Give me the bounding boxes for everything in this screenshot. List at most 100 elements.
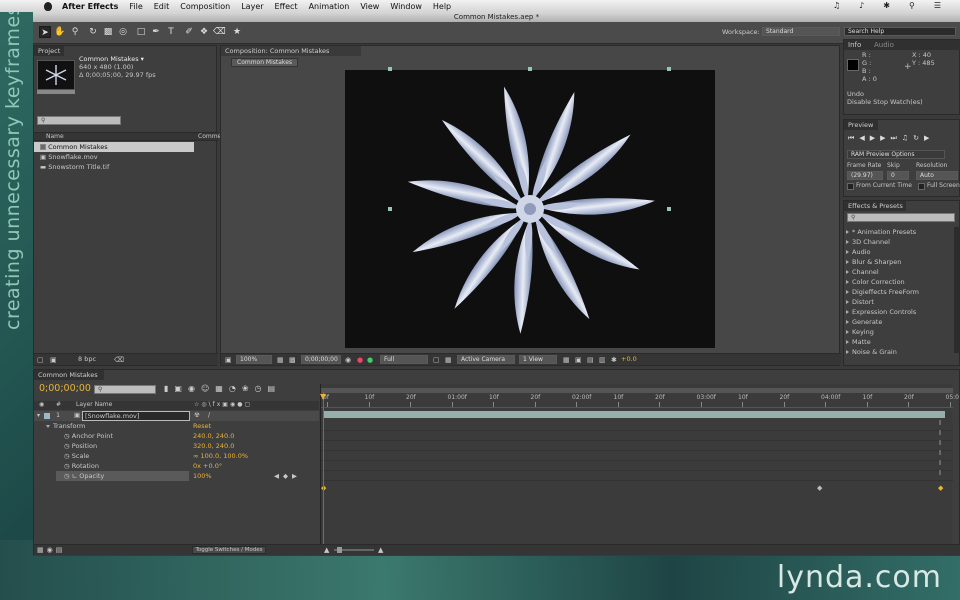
always-preview-icon[interactable]: ▣ bbox=[225, 356, 232, 364]
effects-item[interactable]: Matte bbox=[846, 337, 871, 347]
transform-reset[interactable]: Reset bbox=[193, 421, 211, 431]
channel-icon[interactable]: ● bbox=[357, 356, 363, 364]
grid-icon[interactable]: ▦ bbox=[277, 356, 284, 364]
menu-animation[interactable]: Animation bbox=[309, 2, 350, 11]
menu-effect[interactable]: Effect bbox=[275, 2, 298, 11]
audio-icon[interactable]: ♫ bbox=[902, 134, 913, 142]
zoom-slider-thumb[interactable] bbox=[337, 547, 342, 553]
spotlight-icon[interactable]: ⚲ bbox=[909, 1, 915, 10]
project-tab[interactable]: Project bbox=[34, 46, 64, 56]
comp-mini-icon[interactable]: ▮ bbox=[164, 384, 174, 393]
pen-tool-icon[interactable]: ✒ bbox=[150, 26, 162, 38]
full-screen-checkbox[interactable] bbox=[918, 183, 925, 190]
effects-item[interactable]: Generate bbox=[846, 317, 882, 327]
stopwatch-icon[interactable]: ◷ bbox=[64, 432, 70, 440]
prop-opacity-value[interactable]: 100% bbox=[193, 471, 212, 481]
col-name[interactable]: Name bbox=[46, 133, 64, 141]
prev-keyframe-icon[interactable]: ◀ bbox=[274, 472, 283, 480]
skip-select[interactable]: 0 bbox=[887, 171, 909, 180]
views-select[interactable]: 1 View bbox=[519, 355, 557, 364]
layer-duration-bar[interactable] bbox=[323, 411, 945, 418]
effects-item[interactable]: Distort bbox=[846, 297, 874, 307]
timeline-icon[interactable]: ▤ bbox=[587, 356, 594, 364]
col-comment[interactable]: Comme bbox=[198, 133, 221, 141]
loop-icon[interactable]: ↻ bbox=[913, 134, 924, 142]
apple-icon[interactable] bbox=[44, 1, 52, 11]
comp-timecode[interactable]: 0;00;00;00 bbox=[301, 355, 341, 364]
effects-tab[interactable]: Effects & Presets bbox=[844, 201, 906, 211]
layer-name[interactable]: [Snowflake.mov] bbox=[82, 411, 190, 421]
menu-edit[interactable]: Edit bbox=[154, 2, 170, 11]
handle-tr[interactable] bbox=[667, 67, 671, 71]
zoom-tool-icon[interactable]: ⚲ bbox=[69, 26, 81, 38]
eraser-tool-icon[interactable]: ⌫ bbox=[213, 26, 226, 38]
zoom-select[interactable]: 100% bbox=[236, 355, 272, 364]
zoom-out-icon[interactable]: ▲ bbox=[324, 546, 329, 554]
timeline-search-input[interactable]: ⚲ bbox=[94, 385, 156, 394]
ram-preview-options[interactable]: RAM Preview Options bbox=[847, 150, 945, 159]
stopwatch-icon[interactable]: ◷ bbox=[64, 462, 70, 470]
fast-previews-icon[interactable]: ▣ bbox=[575, 356, 582, 364]
effects-item[interactable]: Expression Controls bbox=[846, 307, 916, 317]
last-frame-icon[interactable]: ⏭ bbox=[890, 134, 901, 142]
next-frame-icon[interactable]: ▶ bbox=[880, 134, 890, 142]
keyframe-mid-icon[interactable]: ◆ bbox=[817, 484, 822, 492]
comp-breadcrumb[interactable]: Common Mistakes bbox=[231, 58, 299, 67]
resolution-select[interactable]: Full bbox=[380, 355, 428, 364]
prop-anchor-value[interactable]: 240.0, 240.0 bbox=[193, 431, 234, 441]
ram-preview-icon[interactable]: ▶ bbox=[924, 134, 934, 142]
transparency-icon[interactable]: ▦ bbox=[445, 356, 452, 364]
graph-editor-icon[interactable]: ▤ bbox=[268, 384, 282, 393]
comp-viewer[interactable] bbox=[345, 70, 715, 348]
footer-icons[interactable]: ▦◉▤ bbox=[37, 546, 65, 554]
layer-row[interactable]: ▾ 1 ▣ [Snowflake.mov] ☢ ∕ bbox=[34, 411, 319, 421]
camera-tool-icon[interactable]: ▩ bbox=[102, 26, 114, 38]
rectangle-tool-icon[interactable]: □ bbox=[135, 26, 147, 38]
roi-icon[interactable]: ▢ bbox=[433, 356, 440, 364]
effects-item[interactable]: Blur & Sharpen bbox=[846, 257, 901, 267]
rotate-tool-icon[interactable]: ↻ bbox=[87, 26, 99, 38]
bpc-toggle[interactable]: 8 bpc bbox=[78, 355, 96, 363]
effects-item[interactable]: 3D Channel bbox=[846, 237, 890, 247]
exposure-value[interactable]: +0.0 bbox=[621, 355, 637, 363]
menu-window[interactable]: Window bbox=[390, 2, 422, 11]
menu-layer[interactable]: Layer bbox=[241, 2, 263, 11]
stopwatch-icon[interactable]: ◷ bbox=[64, 442, 70, 450]
search-help-input[interactable]: Search Help bbox=[844, 27, 956, 36]
volume-icon[interactable]: ♪ bbox=[859, 1, 864, 10]
zoom-in-icon[interactable]: ▲ bbox=[378, 546, 383, 554]
camera-select[interactable]: Active Camera bbox=[457, 355, 515, 364]
effects-search-input[interactable]: ⚲ bbox=[847, 213, 955, 222]
from-current-checkbox[interactable] bbox=[847, 183, 854, 190]
prev-frame-icon[interactable]: ◀ bbox=[859, 134, 869, 142]
menu-composition[interactable]: Composition bbox=[180, 2, 230, 11]
effects-item[interactable]: Audio bbox=[846, 247, 870, 257]
snapshot-icon[interactable]: ◉ bbox=[345, 356, 351, 364]
stopwatch-icon[interactable]: ◷ bbox=[64, 452, 70, 460]
prop-rotation-value[interactable]: 0x +0.0° bbox=[193, 461, 222, 471]
first-frame-icon[interactable]: ⏮ bbox=[848, 134, 859, 142]
pan-behind-tool-icon[interactable]: ◎ bbox=[117, 26, 129, 38]
timeline-graph[interactable]: 0f 10f 20f 01:00f 10f 20f 02:00f 10f 20f 03:00f 10… bbox=[320, 384, 959, 554]
play-icon[interactable]: ▶ bbox=[870, 134, 880, 142]
project-search-input[interactable]: ⚲ bbox=[37, 116, 121, 125]
menu-file[interactable]: File bbox=[129, 2, 142, 11]
col-layer-name[interactable]: Layer Name bbox=[76, 401, 112, 408]
puppet-tool-icon[interactable]: ★ bbox=[231, 26, 243, 38]
workspace-select[interactable]: Standard bbox=[762, 27, 840, 36]
live-update-icon[interactable]: ▣ bbox=[174, 384, 188, 393]
time-marker-icon[interactable]: ▼ bbox=[320, 392, 326, 401]
toggle-switches-button[interactable]: Toggle Switches / Modes bbox=[192, 546, 266, 554]
bluetooth-icon[interactable]: ✱ bbox=[883, 1, 890, 10]
composition-tab[interactable]: Composition: Common Mistakes bbox=[221, 46, 361, 56]
folder-icon[interactable]: ▢ bbox=[37, 356, 44, 364]
list-icon[interactable]: ☰ bbox=[934, 1, 941, 10]
new-comp-icon[interactable]: ▣ bbox=[50, 356, 57, 364]
next-keyframe-icon[interactable]: ▶ bbox=[292, 472, 301, 480]
menu-help[interactable]: Help bbox=[433, 2, 451, 11]
toggle-pixel-icon[interactable]: ▦ bbox=[563, 356, 570, 364]
project-item-tif[interactable]: ▬ Snowstorm Title.tif bbox=[40, 162, 109, 172]
label-color[interactable] bbox=[44, 413, 50, 419]
effects-item[interactable]: Channel bbox=[846, 267, 879, 277]
timeline-timecode[interactable]: 0;00;00;00 bbox=[39, 383, 91, 394]
